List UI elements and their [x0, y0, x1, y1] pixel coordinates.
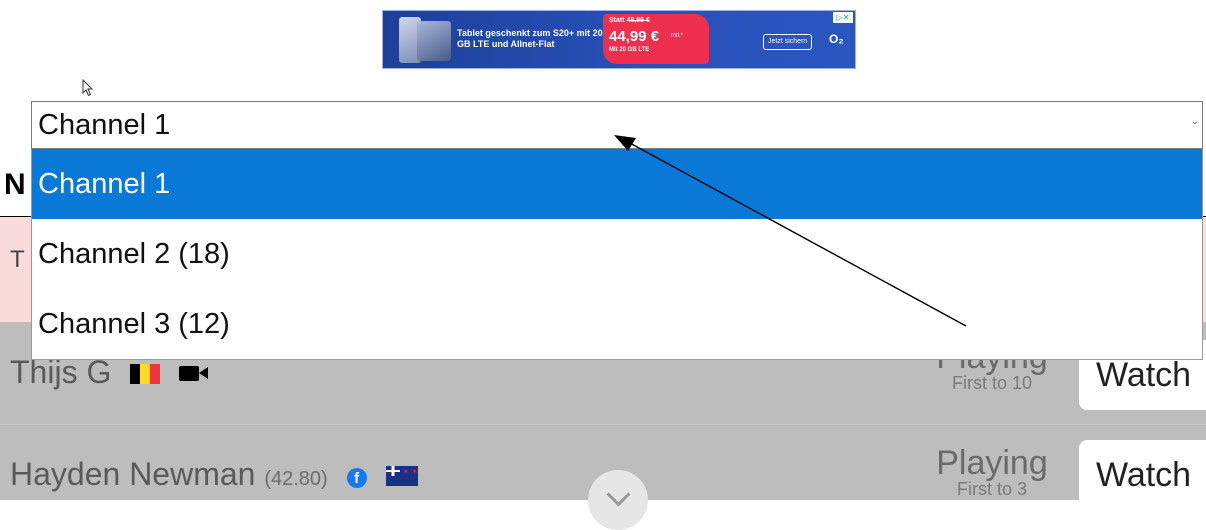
- adchoices-close-icon[interactable]: ▷✕: [833, 12, 853, 23]
- channel-option[interactable]: Channel 1: [32, 149, 1202, 219]
- player-name: Hayden Newman: [10, 456, 256, 492]
- scroll-down-icon[interactable]: [588, 470, 648, 530]
- price-suffix: mtl.*: [671, 33, 683, 39]
- price-tag: Statt 48,99 € 44,99 € mtl.* Mit 20 GB LT…: [603, 14, 709, 64]
- old-price: Statt 48,99 €: [609, 17, 650, 24]
- new-zealand-flag-icon: [385, 466, 418, 486]
- player-rating: (42.80): [264, 468, 328, 490]
- row-divider: [0, 424, 1206, 425]
- match-format: First to 3: [956, 479, 1027, 499]
- ad-headline: Tablet geschenkt zum S20+ mit 20 GB LTE …: [457, 28, 603, 49]
- channel-option[interactable]: Channel 3 (12): [32, 289, 1202, 359]
- tablet-image: [417, 21, 451, 61]
- video-camera-icon: [179, 366, 209, 381]
- section-heading: N: [4, 168, 26, 201]
- data-line: Mit 20 GB LTE: [609, 47, 650, 53]
- match-status: Playing First to 3: [927, 446, 1057, 498]
- channel-select[interactable]: Channel 1 ⌄: [31, 101, 1203, 149]
- belgium-flag-icon: [130, 364, 161, 384]
- channel-option[interactable]: Channel 2 (18): [32, 219, 1202, 289]
- notice-text: T: [10, 246, 25, 273]
- match-format: First to 10: [951, 373, 1033, 393]
- ad-price: 44,99 €: [609, 28, 660, 45]
- o2-logo: O₂: [829, 32, 844, 46]
- ad-cta-button[interactable]: Jetzt sichern: [763, 34, 813, 50]
- mouse-cursor-icon: [82, 79, 94, 97]
- status-label: Playing: [936, 444, 1048, 482]
- channel-dropdown-list: Channel 1 Channel 2 (18) Channel 3 (12): [31, 149, 1203, 360]
- channel-select-value: Channel 1: [38, 109, 171, 141]
- chevron-down-icon[interactable]: ⌄: [1191, 116, 1199, 127]
- facebook-icon: f: [346, 468, 367, 488]
- player-row-name: Hayden Newman (42.80) f: [10, 456, 418, 493]
- advertisement-banner[interactable]: Tablet geschenkt zum S20+ mit 20 GB LTE …: [382, 10, 856, 69]
